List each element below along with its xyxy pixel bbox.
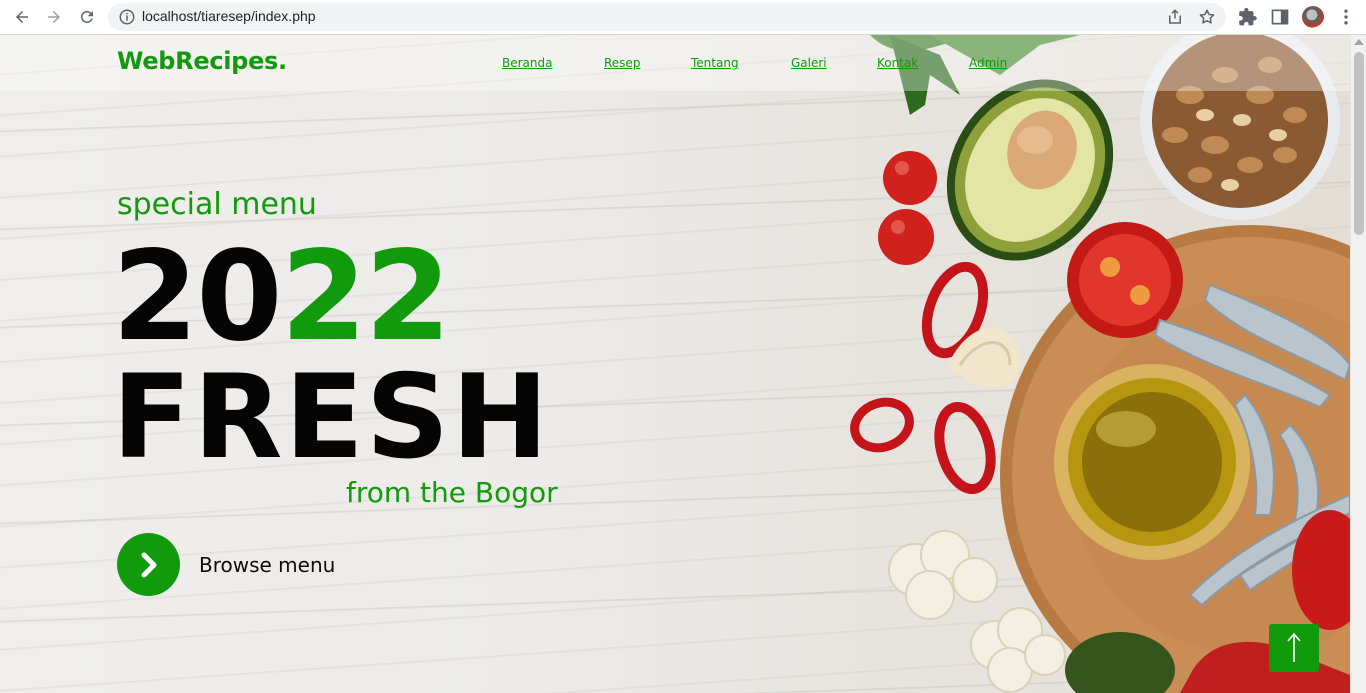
page-scrollbar[interactable] bbox=[1350, 35, 1366, 693]
page-viewport: WebRecipes. Beranda Resep Tentang Galeri… bbox=[0, 35, 1350, 693]
hero-subtitle: special menu bbox=[117, 187, 317, 222]
side-panel-icon[interactable] bbox=[1270, 7, 1290, 27]
nav-link-admin[interactable]: Admin bbox=[969, 56, 1007, 70]
nav-link-resep[interactable]: Resep bbox=[604, 56, 640, 70]
hero-headline: FRESH bbox=[112, 350, 551, 485]
back-button[interactable] bbox=[10, 6, 34, 28]
hero-year-part1: 20 bbox=[112, 225, 283, 369]
nav-link-tentang[interactable]: Tentang bbox=[691, 56, 739, 70]
browser-toolbar: localhost/tiaresep/index.php bbox=[0, 0, 1366, 35]
hero-year: 2022 bbox=[112, 223, 452, 371]
nav-link-galeri[interactable]: Galeri bbox=[791, 56, 827, 70]
forward-button[interactable] bbox=[42, 6, 66, 28]
brand-logo[interactable]: WebRecipes. bbox=[117, 47, 287, 75]
reload-icon bbox=[80, 10, 93, 23]
chevron-right-icon bbox=[141, 552, 156, 577]
nav-link-kontak[interactable]: Kontak bbox=[877, 56, 918, 70]
extensions-icon[interactable] bbox=[1238, 7, 1258, 27]
reload-button[interactable] bbox=[75, 6, 99, 28]
more-menu-icon[interactable] bbox=[1336, 7, 1356, 27]
share-icon[interactable] bbox=[1166, 8, 1184, 26]
scroll-thumb[interactable] bbox=[1354, 52, 1364, 235]
scroll-up-arrow[interactable] bbox=[1354, 39, 1364, 45]
arrow-right-icon bbox=[48, 11, 60, 23]
bookmark-star-icon[interactable] bbox=[1198, 8, 1216, 26]
arrow-up-icon bbox=[1287, 633, 1301, 662]
hero-year-part2: 22 bbox=[280, 225, 452, 369]
site-navbar: WebRecipes. Beranda Resep Tentang Galeri… bbox=[0, 35, 1350, 91]
browse-menu-button[interactable] bbox=[117, 533, 180, 596]
food-illustration bbox=[850, 35, 1350, 693]
nav-link-beranda[interactable]: Beranda bbox=[502, 56, 552, 70]
browse-menu-label[interactable]: Browse menu bbox=[199, 553, 335, 577]
info-icon[interactable] bbox=[118, 8, 136, 26]
profile-avatar[interactable] bbox=[1302, 6, 1324, 28]
arrow-left-icon bbox=[16, 11, 28, 23]
back-to-top-button[interactable] bbox=[1269, 624, 1319, 672]
address-bar[interactable]: localhost/tiaresep/index.php bbox=[108, 3, 1226, 31]
hero-origin: from the Bogor bbox=[346, 476, 558, 509]
url-text[interactable]: localhost/tiaresep/index.php bbox=[142, 8, 316, 24]
